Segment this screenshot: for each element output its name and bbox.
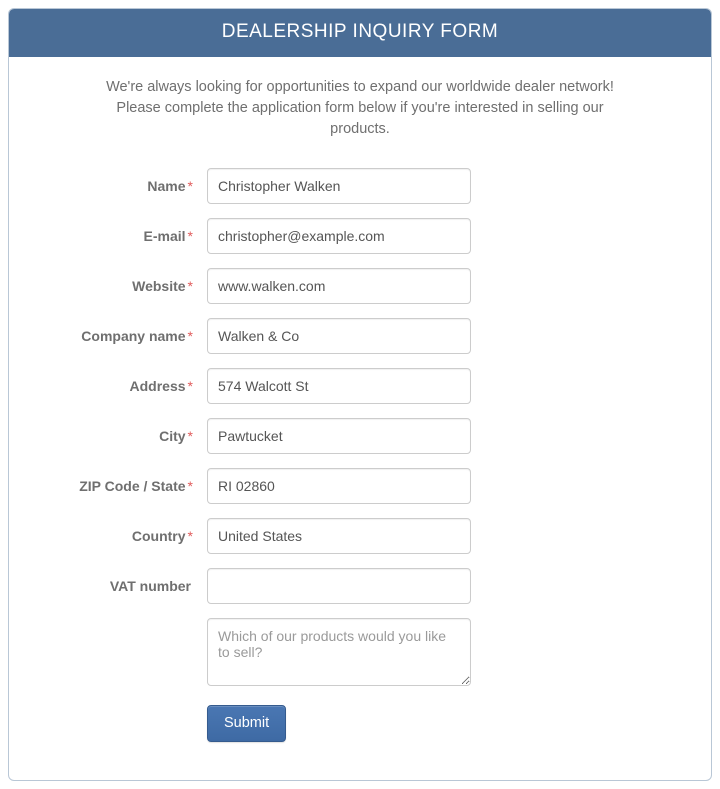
label-city: City* bbox=[49, 418, 207, 444]
vat-input[interactable] bbox=[207, 568, 471, 604]
row-submit: Submit bbox=[49, 705, 671, 742]
message-textarea[interactable] bbox=[207, 618, 471, 686]
form-body: Name* E-mail* Website* Company name* Add… bbox=[9, 150, 711, 780]
name-input[interactable] bbox=[207, 168, 471, 204]
row-message bbox=[49, 618, 671, 691]
row-address: Address* bbox=[49, 368, 671, 404]
label-address: Address* bbox=[49, 368, 207, 394]
email-input[interactable] bbox=[207, 218, 471, 254]
form-title: DEALERSHIP INQUIRY FORM bbox=[9, 9, 711, 57]
row-vat: VAT number bbox=[49, 568, 671, 604]
label-country: Country* bbox=[49, 518, 207, 544]
label-email: E-mail* bbox=[49, 218, 207, 244]
company-input[interactable] bbox=[207, 318, 471, 354]
intro-text: We're always looking for opportunities t… bbox=[9, 57, 711, 150]
required-mark: * bbox=[188, 428, 193, 444]
label-company: Company name* bbox=[49, 318, 207, 344]
row-email: E-mail* bbox=[49, 218, 671, 254]
city-input[interactable] bbox=[207, 418, 471, 454]
submit-button[interactable]: Submit bbox=[207, 705, 286, 742]
required-mark: * bbox=[188, 478, 193, 494]
country-input[interactable] bbox=[207, 518, 471, 554]
label-website: Website* bbox=[49, 268, 207, 294]
zip-input[interactable] bbox=[207, 468, 471, 504]
required-mark: * bbox=[188, 228, 193, 244]
row-country: Country* bbox=[49, 518, 671, 554]
row-zip: ZIP Code / State* bbox=[49, 468, 671, 504]
required-mark: * bbox=[188, 328, 193, 344]
row-company: Company name* bbox=[49, 318, 671, 354]
required-mark: * bbox=[188, 528, 193, 544]
row-website: Website* bbox=[49, 268, 671, 304]
row-name: Name* bbox=[49, 168, 671, 204]
label-name: Name* bbox=[49, 168, 207, 194]
website-input[interactable] bbox=[207, 268, 471, 304]
required-mark: * bbox=[188, 378, 193, 394]
address-input[interactable] bbox=[207, 368, 471, 404]
label-vat: VAT number bbox=[49, 568, 207, 594]
form-card: DEALERSHIP INQUIRY FORM We're always loo… bbox=[8, 8, 712, 781]
label-zip: ZIP Code / State* bbox=[49, 468, 207, 494]
required-mark: * bbox=[188, 278, 193, 294]
required-mark: * bbox=[188, 178, 193, 194]
row-city: City* bbox=[49, 418, 671, 454]
